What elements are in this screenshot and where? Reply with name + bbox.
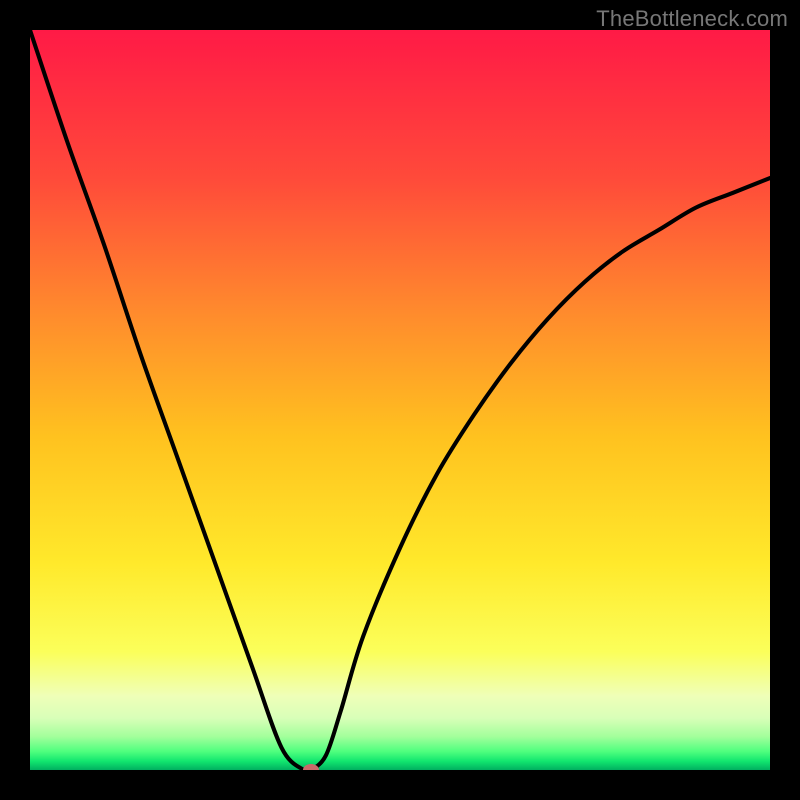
plot-area [30, 30, 770, 770]
watermark-text: TheBottleneck.com [596, 6, 788, 32]
chart-frame: TheBottleneck.com [0, 0, 800, 800]
bottleneck-curve [30, 30, 770, 770]
optimum-marker-icon [303, 764, 319, 770]
